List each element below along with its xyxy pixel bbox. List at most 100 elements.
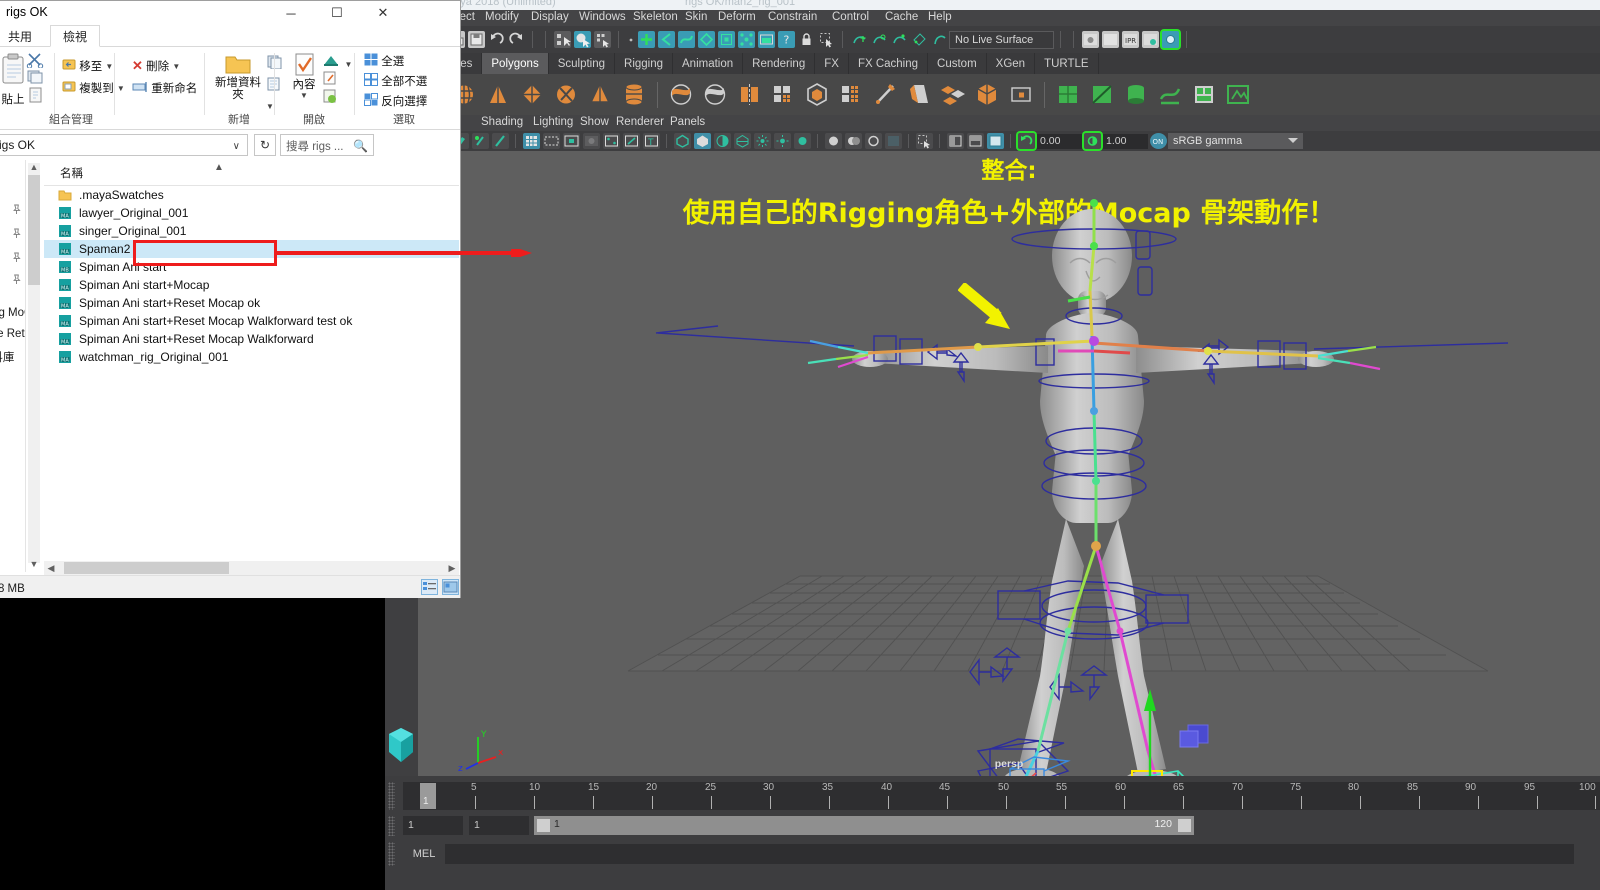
nav-item-1[interactable]: tors - Retargeting MoC [0,307,25,319]
select-component-icon[interactable] [593,31,611,48]
mask-deform-icon[interactable] [717,31,735,48]
mel-label[interactable]: MEL [403,848,445,860]
menu-modify[interactable]: Modify [485,11,519,23]
menu-help[interactable]: Help [928,11,952,23]
poly-uv-unfold-icon[interactable] [1155,79,1185,110]
mel-command-input[interactable] [445,844,1574,864]
mask-handle-icon[interactable] [637,31,655,48]
render-view-icon[interactable] [1161,31,1179,48]
grid-toggle-icon[interactable] [522,133,540,149]
color-profile-select[interactable]: sRGB gamma [1168,133,1303,149]
drag-handle[interactable] [388,842,395,866]
menu-display[interactable]: Display [531,11,569,23]
refresh-button[interactable]: ↻ [254,134,276,156]
save-scene-icon[interactable] [467,31,485,48]
mask-dynamics-icon[interactable] [737,31,755,48]
list-item-selected[interactable]: MA Spaman2 [44,240,459,258]
gamma-reset-icon[interactable] [1083,133,1101,149]
nav-scrollbar-thumb[interactable] [28,175,40,285]
select-object-icon[interactable] [573,31,591,48]
poly-uv-cylindrical-icon[interactable] [1121,79,1151,110]
maya-viewport[interactable]: 整合: 使用自己的Rigging角色+外部的Mocap 骨架動作！ Y x z … [418,151,1600,776]
search-box[interactable]: 搜尋 rigs ... 🔍 [280,134,374,156]
film-gate-icon[interactable] [542,133,560,149]
playback-start-field[interactable]: 1 [469,816,529,835]
script-editor-button[interactable] [1580,844,1600,864]
shelf-tab-xgen[interactable]: XGen [987,53,1036,74]
mask-curve-icon[interactable] [677,31,695,48]
select-tool-icon[interactable] [818,31,835,48]
list-scroll-thumb[interactable] [64,562,229,574]
menu-skin[interactable]: Skin [685,11,707,23]
address-field[interactable]: › rigs OK ∨ [0,134,248,156]
drag-handle[interactable] [388,782,395,810]
maximize-button[interactable]: ☐ [314,1,360,25]
poly-target-weld-icon[interactable] [1006,79,1036,110]
list-column-header[interactable]: 名稱 ▲ [44,160,459,186]
scroll-right-icon[interactable]: ▶ [445,561,459,575]
shelf-tab-custom[interactable]: Custom [928,53,987,74]
poly-uv-snapshot-icon[interactable] [1223,79,1253,110]
render-settings-icon[interactable] [1141,31,1159,48]
shelf-tab-rigging[interactable]: Rigging [615,53,674,74]
isolate-select-icon[interactable] [915,133,933,149]
nav-item-2[interactable]: - Non-destructive Ret [0,328,25,340]
panel-menu-panels[interactable]: Panels [670,116,705,128]
color-management-toggle-icon[interactable]: ON [1149,133,1167,149]
scroll-up-icon[interactable]: ▲ [28,161,40,173]
depth-of-field-icon[interactable] [864,133,882,149]
shadows-icon[interactable] [773,133,791,149]
xray-joints-icon[interactable] [622,133,640,149]
shelf-tab-fx-caching[interactable]: FX Caching [849,53,929,74]
poly-separate-icon[interactable] [972,79,1002,110]
menu-constrain[interactable]: Constrain [768,11,817,23]
list-item[interactable]: MA Spiman Ani start+Reset Mocap ok [44,294,459,312]
history-button[interactable] [322,89,338,108]
viewport-fx-icon[interactable] [884,133,902,149]
poly-uv-planar-icon[interactable] [1087,79,1117,110]
pin-icon[interactable] [12,252,21,263]
list-item[interactable]: .mayaSwatches [44,186,459,204]
shelf-tab-turtle[interactable]: TURTLE [1035,53,1099,74]
list-item[interactable]: MA singer_Original_001 [44,222,459,240]
list-item[interactable]: MA Spiman Ani start+Reset Mocap Walkforw… [44,312,459,330]
shelf-tab-rendering[interactable]: Rendering [743,53,816,74]
poly-cylinder-icon[interactable] [619,79,649,110]
range-slider[interactable]: 1 120 [534,816,1194,835]
menu-cache[interactable]: Cache [885,11,918,23]
poly-smooth-icon[interactable] [768,79,798,110]
resolution-gate-icon[interactable] [562,133,580,149]
poly-uv-layout-icon[interactable] [1189,79,1219,110]
copy-to-button[interactable]: 複製到 ▼ [62,80,125,96]
poly-multicut-icon[interactable] [870,79,900,110]
pin-icon[interactable] [12,228,21,239]
delete-button[interactable]: ✕ 刪除 ▼ [132,58,180,74]
snap-viewplane-icon[interactable] [931,31,948,48]
render-current-frame-icon[interactable] [1081,31,1099,48]
panel-menu-lighting[interactable]: Lighting [533,116,573,128]
scroll-left-icon[interactable]: ◀ [44,561,58,575]
ribbon-tab-view[interactable]: 檢視 [50,25,101,47]
panel-layout-2-icon[interactable] [966,133,984,149]
menu-deform[interactable]: Deform [718,11,756,23]
scroll-down-icon[interactable]: ▼ [28,558,40,570]
list-item[interactable]: MA watchman_rig_Original_001 [44,348,459,366]
range-handle-right[interactable] [1178,819,1191,832]
snap-point-icon[interactable] [891,31,908,48]
poly-pyramid-icon[interactable] [585,79,615,110]
details-view-button[interactable] [421,579,438,595]
panel-single-view-icon[interactable] [986,133,1004,149]
paste-shortcut-button[interactable] [26,87,44,108]
nav-item-3[interactable]: _尚未整合到資料庫 [0,349,14,365]
menu-skeleton[interactable]: Skeleton [633,11,678,23]
render-sequence-icon[interactable] [1101,31,1119,48]
rename-button[interactable]: 重新命名 [132,80,197,96]
mask-misc-icon[interactable]: ? [777,31,795,48]
poly-booleans-union-icon[interactable] [666,79,696,110]
ipr-render-icon[interactable]: IPR [1121,31,1139,48]
shelf-tab-polygons[interactable]: Polygons [482,53,549,74]
list-item[interactable]: MA Spiman Ani start+Mocap [44,276,459,294]
smooth-shade-icon[interactable] [693,133,711,149]
select-hierarchy-icon[interactable] [553,31,571,48]
shelf-tab-animation[interactable]: Animation [673,53,744,74]
